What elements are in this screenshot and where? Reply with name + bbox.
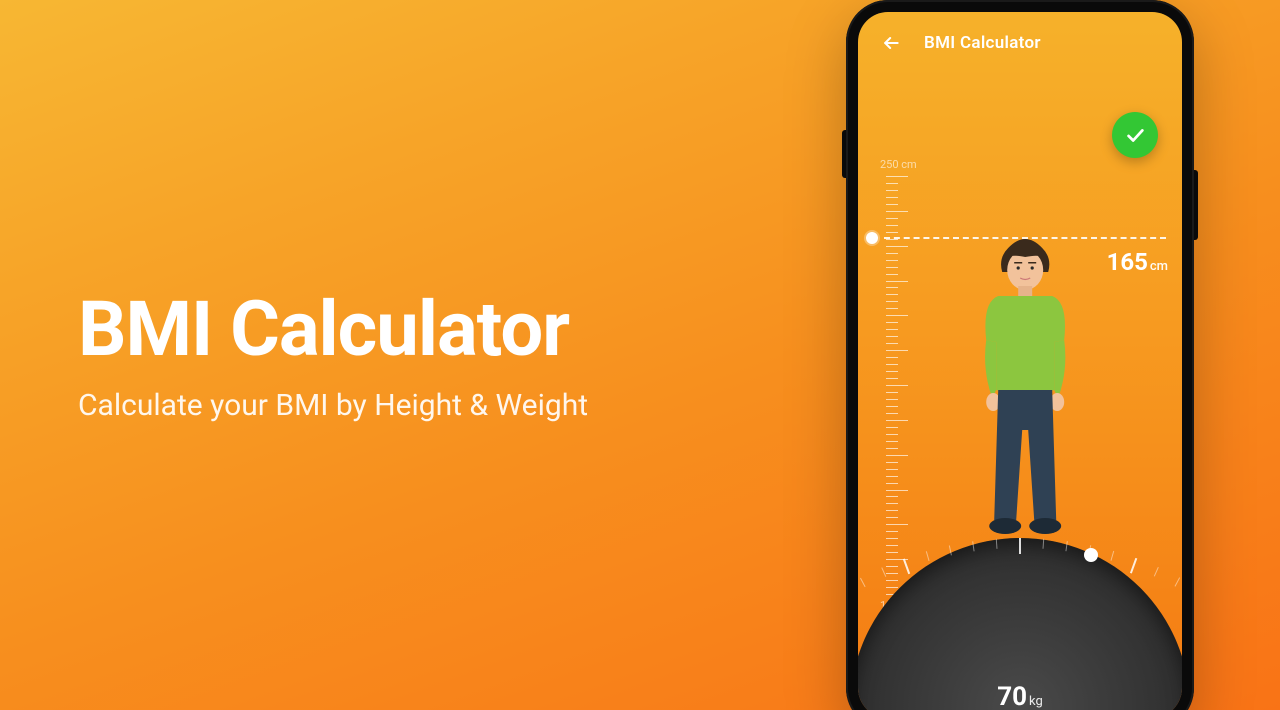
height-unit: cm [1150,259,1168,274]
weight-dial-pointer[interactable] [1084,548,1098,562]
weight-unit: kg [1029,694,1043,709]
ruler-max-label: 250 cm [880,158,917,171]
avatar-icon [960,230,1090,550]
confirm-button[interactable] [1112,112,1158,158]
height-ruler[interactable] [886,176,916,594]
hero-block: BMI Calculator Calculate your BMI by Hei… [78,290,588,423]
hero-subtitle: Calculate your BMI by Height & Weight [78,388,588,423]
person-avatar [960,230,1090,550]
height-value: 165 [1107,248,1148,276]
back-button[interactable] [878,30,904,56]
check-icon [1124,124,1146,146]
height-readout: 165cm [1107,248,1168,276]
phone-device-frame: BMI Calculator 250 cm 100 cm 165cm [846,0,1194,710]
hero-title: BMI Calculator [78,290,588,370]
app-bar-title: BMI Calculator [924,33,1041,53]
arrow-left-icon [881,33,901,53]
weight-value: 70 [997,682,1027,710]
app-bar: BMI Calculator [858,12,1182,66]
weight-readout: 70kg [858,682,1182,710]
phone-screen: BMI Calculator 250 cm 100 cm 165cm [858,12,1182,710]
height-slider-thumb[interactable] [866,232,878,244]
